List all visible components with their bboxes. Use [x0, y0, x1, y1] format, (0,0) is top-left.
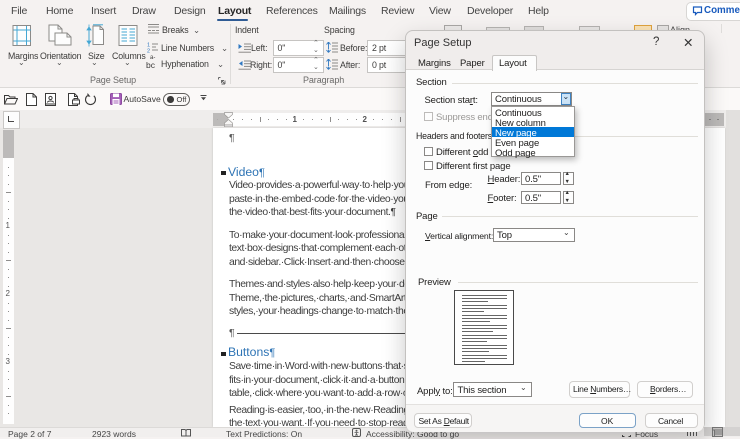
svg-text:2: 2 [147, 49, 150, 54]
